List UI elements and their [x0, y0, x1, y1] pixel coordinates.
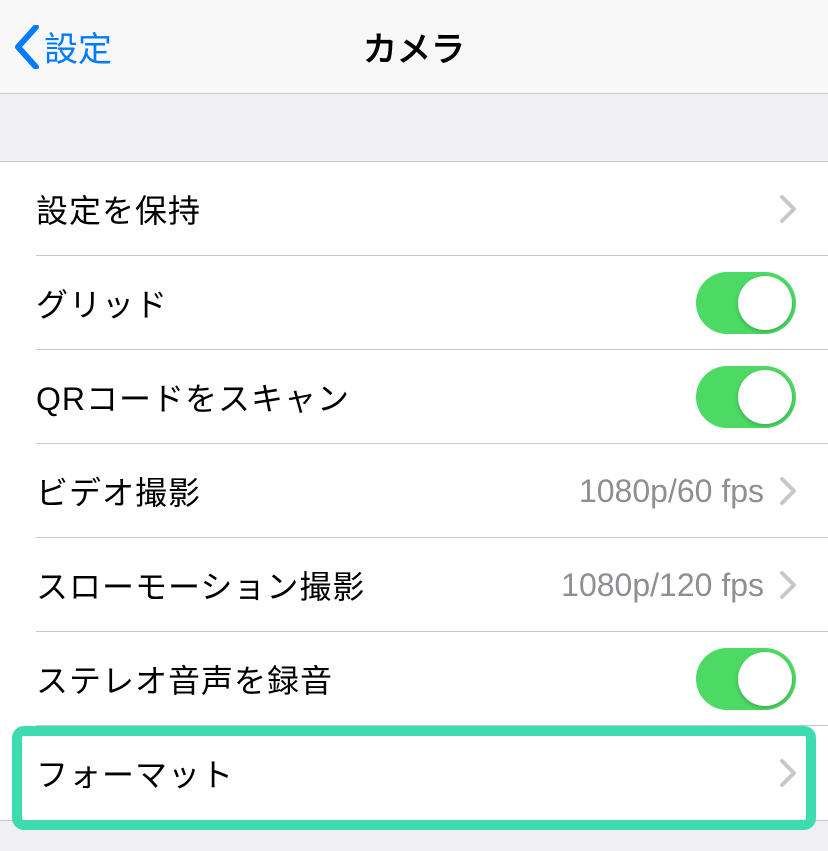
- row-slomo-record[interactable]: スローモーション撮影 1080p/120 fps: [0, 538, 828, 632]
- row-label: ビデオ撮影: [36, 468, 201, 514]
- row-label: フォーマット: [36, 750, 234, 796]
- toggle-knob: [738, 652, 792, 706]
- chevron-right-icon: [780, 195, 796, 223]
- back-button[interactable]: 設定: [14, 22, 112, 71]
- row-label: スローモーション撮影: [36, 562, 365, 608]
- row-video-record[interactable]: ビデオ撮影 1080p/60 fps: [0, 444, 828, 538]
- row-format[interactable]: フォーマット: [0, 726, 828, 820]
- toggle-knob: [738, 370, 792, 424]
- section-spacer: [0, 94, 828, 162]
- toggle-qr[interactable]: [696, 366, 796, 428]
- row-stereo-audio[interactable]: ステレオ音声を録音: [0, 632, 828, 726]
- chevron-right-icon: [780, 759, 796, 787]
- row-value: 1080p/60 fps: [579, 473, 764, 510]
- navbar: 設定 カメラ: [0, 0, 828, 94]
- toggle-grid[interactable]: [696, 272, 796, 334]
- row-label: QRコードをスキャン: [36, 374, 350, 420]
- chevron-left-icon: [14, 25, 40, 69]
- toggle-knob: [738, 276, 792, 330]
- row-qr-scan[interactable]: QRコードをスキャン: [0, 350, 828, 444]
- toggle-stereo[interactable]: [696, 648, 796, 710]
- chevron-right-icon: [780, 571, 796, 599]
- row-grid[interactable]: グリッド: [0, 256, 828, 350]
- row-preserve-settings[interactable]: 設定を保持: [0, 162, 828, 256]
- row-label: グリッド: [36, 280, 168, 326]
- chevron-right-icon: [780, 477, 796, 505]
- back-label: 設定: [44, 22, 112, 71]
- row-label: 設定を保持: [36, 186, 201, 232]
- row-value: 1080p/120 fps: [561, 567, 764, 604]
- page-title: カメラ: [363, 22, 465, 71]
- settings-list: 設定を保持 グリッド QRコードをスキャン ビデオ撮影 1080p/60 fps: [0, 162, 828, 821]
- row-label: ステレオ音声を録音: [36, 656, 333, 702]
